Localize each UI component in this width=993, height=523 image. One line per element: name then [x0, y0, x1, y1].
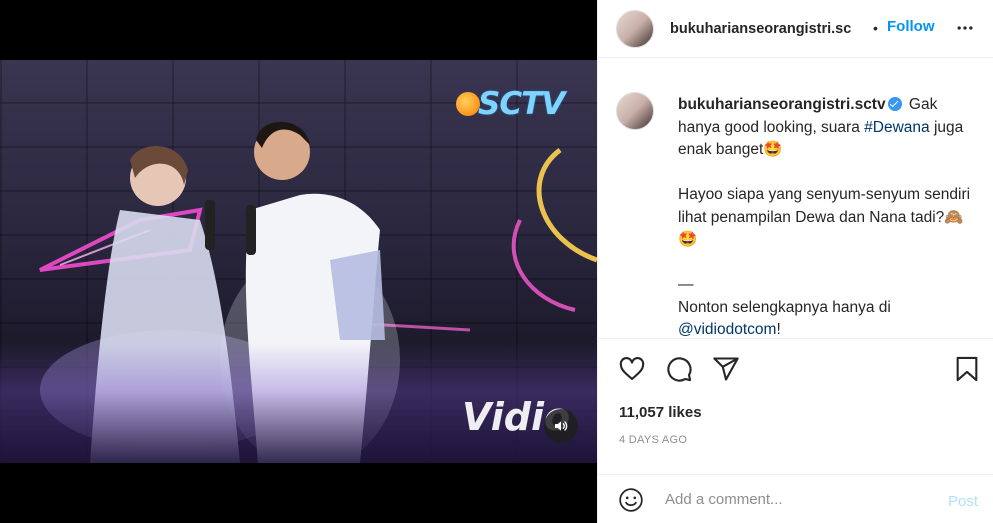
action-bar: [598, 338, 993, 397]
caption-paragraph-tail: !: [776, 321, 781, 338]
comment-bar: Post: [598, 474, 993, 523]
like-button[interactable]: [618, 355, 646, 388]
post-header: bukuharianseorangistri.sc • Follow: [598, 0, 993, 58]
caption-paragraph: Nonton selengkapnya hanya di: [678, 298, 891, 316]
post-comment-button[interactable]: Post: [948, 493, 978, 510]
caption-username[interactable]: bukuharianseorangistri.sctv: [678, 96, 886, 113]
sctv-logo-dot: [456, 92, 480, 116]
speaker-icon: [555, 421, 568, 431]
post-media: SCTV Vidio: [0, 0, 597, 523]
comment-input[interactable]: [665, 486, 925, 512]
comment-icon: [667, 357, 692, 382]
caption-divider: —: [678, 276, 694, 293]
likes-count[interactable]: 11,057 likes: [619, 404, 702, 421]
verified-badge-icon: [887, 97, 902, 111]
post-timestamp[interactable]: 4 DAYS AGO: [619, 434, 687, 446]
mute-button[interactable]: [544, 409, 578, 443]
caption-paragraph: Hayoo siapa yang senyum-senyum sendiri l…: [678, 186, 971, 226]
sctv-logo: SCTV: [456, 86, 565, 122]
header-separator: •: [873, 20, 878, 36]
more-options-button[interactable]: [955, 18, 975, 43]
sctv-logo-text: SCTV: [478, 86, 565, 122]
heart-icon: [619, 357, 645, 380]
follow-button[interactable]: Follow: [887, 18, 935, 35]
mention-link[interactable]: @vidiodotcom: [678, 321, 776, 338]
emoji: 🤩: [763, 141, 783, 158]
share-icon: [713, 357, 739, 381]
post-sidebar: bukuharianseorangistri.sc • Follow bukuh…: [597, 0, 993, 523]
caption-text: bukuharianseorangistri.sctv Gak hanya go…: [678, 94, 978, 342]
share-button[interactable]: [712, 355, 740, 388]
emoji-picker-button[interactable]: [618, 487, 644, 518]
header-username[interactable]: bukuharianseorangistri.sc: [670, 21, 870, 37]
caption-avatar[interactable]: [616, 92, 654, 130]
video-player[interactable]: SCTV Vidio: [0, 60, 597, 463]
hashtag-link[interactable]: #Dewana: [864, 119, 930, 136]
avatar[interactable]: [616, 9, 654, 48]
more-options-icon: [957, 26, 973, 30]
comment-button[interactable]: [665, 355, 693, 388]
save-button[interactable]: [953, 355, 981, 388]
action-icons: [598, 339, 993, 397]
bookmark-icon: [956, 356, 978, 382]
smiley-icon: [619, 488, 643, 512]
